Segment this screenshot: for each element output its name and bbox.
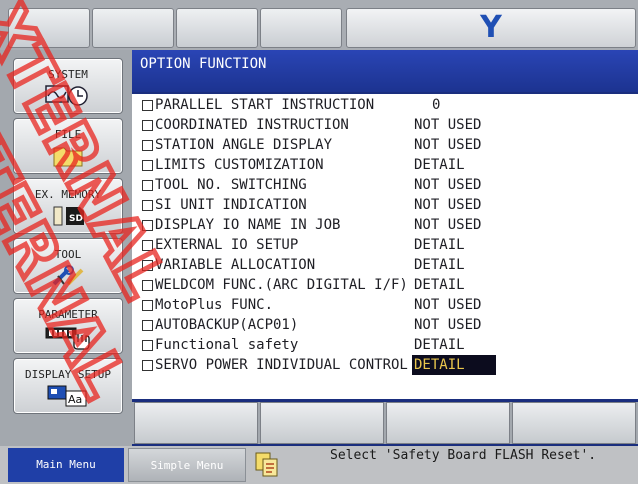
- menu-system-button[interactable]: SYSTEM: [13, 58, 123, 114]
- item-value[interactable]: DETAIL: [412, 335, 467, 355]
- item-value[interactable]: NOT USED: [412, 115, 483, 135]
- list-item[interactable]: AUTOBACKUP(ACP01) NOT USED: [142, 315, 622, 335]
- top-bar: Y: [0, 0, 638, 50]
- list-item[interactable]: DISPLAY IO NAME IN JOB NOT USED: [142, 215, 622, 235]
- checkbox[interactable]: [142, 360, 153, 371]
- page-title: OPTION FUNCTION: [132, 50, 638, 92]
- checkbox[interactable]: [142, 300, 153, 311]
- function-key-bar: [132, 402, 638, 444]
- list-item[interactable]: LIMITS CUSTOMIZATION DETAIL: [142, 155, 622, 175]
- item-value[interactable]: NOT USED: [412, 195, 483, 215]
- main-menu-button[interactable]: Main Menu: [8, 448, 124, 482]
- svg-text:SD: SD: [69, 214, 83, 224]
- menu-tool-label: TOOL: [54, 248, 82, 261]
- menu-tool-button[interactable]: TOOL: [13, 238, 123, 294]
- item-value[interactable]: DETAIL: [412, 255, 467, 275]
- folder-icon: [53, 147, 83, 167]
- menu-ex-memory-button[interactable]: EX. MEMORY SD: [13, 178, 123, 234]
- status-message: Select 'Safety Board FLASH Reset'.: [330, 448, 597, 463]
- top-tab-2[interactable]: [92, 8, 174, 48]
- item-value[interactable]: DETAIL: [412, 155, 467, 175]
- item-label: AUTOBACKUP(ACP01): [155, 317, 299, 333]
- menu-parameter-button[interactable]: PARAMETER: [13, 298, 123, 354]
- item-label: SERVO POWER INDIVIDUAL CONTROL: [155, 357, 408, 373]
- top-tab-1[interactable]: [8, 8, 90, 48]
- clock-icon: [45, 85, 88, 106]
- item-label: EXTERNAL IO SETUP: [155, 237, 299, 253]
- pages-icon[interactable]: [254, 451, 284, 479]
- checkbox[interactable]: [142, 240, 153, 251]
- menu-parameter-label: PARAMETER: [38, 308, 98, 321]
- item-value[interactable]: NOT USED: [412, 315, 483, 335]
- list-item[interactable]: EXTERNAL IO SETUP DETAIL: [142, 235, 622, 255]
- menu-file-label: FILE: [54, 128, 82, 141]
- checkbox[interactable]: [142, 340, 153, 351]
- checkbox[interactable]: [142, 280, 153, 291]
- list-item[interactable]: PARALLEL START INSTRUCTION 0: [142, 95, 622, 115]
- menu-display-setup-button[interactable]: DISPLAY SETUP Aa: [13, 358, 123, 414]
- list-item[interactable]: SI UNIT INDICATION NOT USED: [142, 195, 622, 215]
- parameter-icon: [45, 327, 90, 350]
- main-menu-panel: SYSTEM FILE EX. MEMORY SD TOOL PARAMETER…: [0, 50, 132, 446]
- item-label: STATION ANGLE DISPLAY: [155, 137, 333, 153]
- item-label: COORDINATED INSTRUCTION: [155, 117, 349, 133]
- item-value[interactable]: DETAIL: [412, 235, 467, 255]
- checkbox[interactable]: [142, 220, 153, 231]
- item-value[interactable]: NOT USED: [412, 135, 483, 155]
- item-label: PARALLEL START INSTRUCTION: [155, 97, 375, 113]
- list-item[interactable]: COORDINATED INSTRUCTION NOT USED: [142, 115, 622, 135]
- item-label: SI UNIT INDICATION: [155, 197, 307, 213]
- main-window: OPTION FUNCTION PARALLEL START INSTRUCTI…: [132, 50, 638, 446]
- item-value[interactable]: NOT USED: [412, 295, 483, 315]
- list-item[interactable]: WELDCOM FUNC.(ARC DIGITAL I/F) DETAIL: [142, 275, 622, 295]
- bottom-bar: Main Menu Simple Menu Select 'Safety Boa…: [0, 446, 638, 484]
- menu-ex-memory-label: EX. MEMORY: [34, 188, 102, 201]
- list-item[interactable]: Functional safety DETAIL: [142, 335, 622, 355]
- yaskawa-logo: Y: [346, 8, 636, 48]
- menu-system-label: SYSTEM: [48, 68, 88, 81]
- item-value[interactable]: DETAIL: [412, 275, 467, 295]
- checkbox[interactable]: [142, 180, 153, 191]
- menu-display-setup-label: DISPLAY SETUP: [24, 368, 112, 381]
- checkbox[interactable]: [142, 200, 153, 211]
- checkbox[interactable]: [142, 120, 153, 131]
- list-item[interactable]: SERVO POWER INDIVIDUAL CONTROL DETAIL: [142, 355, 622, 375]
- checkbox[interactable]: [142, 140, 153, 151]
- checkbox[interactable]: [142, 260, 153, 271]
- top-tab-4[interactable]: [260, 8, 342, 48]
- checkbox[interactable]: [142, 320, 153, 331]
- checkbox[interactable]: [142, 160, 153, 171]
- list-item[interactable]: STATION ANGLE DISPLAY NOT USED: [142, 135, 622, 155]
- function-key-2[interactable]: [260, 402, 384, 444]
- sd-card-icon: SD: [53, 206, 84, 226]
- function-key-1[interactable]: [134, 402, 258, 444]
- checkbox[interactable]: [142, 100, 153, 111]
- item-value[interactable]: 0: [430, 95, 442, 115]
- item-label: LIMITS CUSTOMIZATION: [155, 157, 324, 173]
- svg-text:Aa: Aa: [68, 393, 82, 406]
- list-item[interactable]: TOOL NO. SWITCHING NOT USED: [142, 175, 622, 195]
- item-label: DISPLAY IO NAME IN JOB: [155, 217, 341, 233]
- top-tab-3[interactable]: [176, 8, 258, 48]
- function-key-4[interactable]: [512, 402, 636, 444]
- item-value[interactable]: NOT USED: [412, 175, 483, 195]
- item-label: TOOL NO. SWITCHING: [155, 177, 307, 193]
- tool-icon: [52, 265, 84, 286]
- item-label: MotoPlus FUNC.: [155, 297, 274, 313]
- item-label: Functional safety: [155, 337, 299, 353]
- list-item[interactable]: MotoPlus FUNC. NOT USED: [142, 295, 622, 315]
- item-label: WELDCOM FUNC.(ARC DIGITAL I/F): [155, 277, 408, 293]
- display-setup-icon: Aa: [47, 385, 87, 407]
- option-function-list: PARALLEL START INSTRUCTION 0 COORDINATED…: [132, 94, 638, 399]
- item-label: VARIABLE ALLOCATION: [155, 257, 316, 273]
- item-value[interactable]: NOT USED: [412, 215, 483, 235]
- simple-menu-button[interactable]: Simple Menu: [128, 448, 246, 482]
- item-value-selected[interactable]: DETAIL: [412, 355, 496, 375]
- list-item[interactable]: VARIABLE ALLOCATION DETAIL: [142, 255, 622, 275]
- function-key-3[interactable]: [386, 402, 510, 444]
- menu-file-button[interactable]: FILE: [13, 118, 123, 174]
